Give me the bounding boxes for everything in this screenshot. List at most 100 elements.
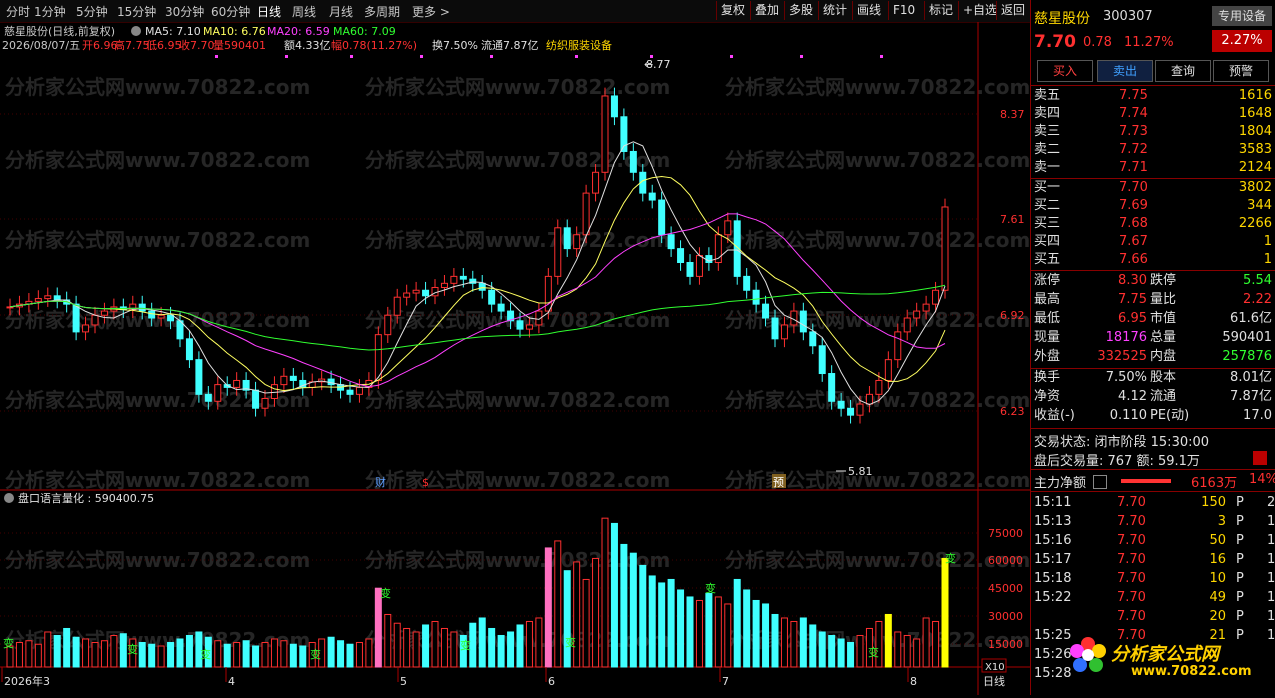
menu-icon[interactable] xyxy=(1093,475,1107,489)
info-amount: 额4.33亿 xyxy=(284,39,331,52)
candle xyxy=(233,379,241,388)
volume-bar xyxy=(837,638,845,668)
sector-tag[interactable]: 专用设备 xyxy=(1212,6,1272,26)
capital-label: 主力净额 xyxy=(1034,476,1087,491)
toolbar-button-4[interactable]: 画线 xyxy=(852,1,885,20)
ma20-label: MA20: 6.59 xyxy=(267,25,330,38)
tick-count: 1 xyxy=(1267,514,1275,529)
stat2-row: 收益(-) 0.110 PE(动) 17.0 xyxy=(1031,407,1275,425)
volume-bar xyxy=(932,620,940,668)
tick-direction: P xyxy=(1236,495,1244,510)
toolbar-button-7[interactable]: +自选 xyxy=(958,1,1001,20)
candle xyxy=(355,386,363,395)
stat-row: 涨停 8.30 跌停 5.54 xyxy=(1031,272,1275,290)
volume-bar xyxy=(252,645,260,668)
candle xyxy=(677,248,685,263)
period-1[interactable]: 1分钟 xyxy=(34,3,66,20)
bids-row[interactable]: 买三 7.68 2266 xyxy=(1031,215,1275,233)
volume-bar xyxy=(44,631,52,668)
watermark: 分析家公式网www.70822.com xyxy=(365,468,670,492)
toolbar-button-2[interactable]: 多股 xyxy=(784,1,817,20)
volume-dropdown-icon[interactable] xyxy=(4,493,14,503)
asks-row[interactable]: 卖三 7.73 1804 xyxy=(1031,123,1275,141)
volume-bar xyxy=(488,627,496,668)
candle xyxy=(72,303,80,333)
candle xyxy=(214,384,222,402)
tick-count: 1 xyxy=(1267,590,1275,605)
volume-bar xyxy=(677,589,685,668)
finance-marker[interactable]: 财 xyxy=(375,475,386,489)
asks-volume: 2124 xyxy=(1238,160,1272,175)
toolbar-button-6[interactable]: 标记 xyxy=(924,1,957,20)
signal-dot xyxy=(420,55,423,58)
period-9[interactable]: 多周期 xyxy=(364,3,400,20)
bids-row[interactable]: 买四 7.67 1 xyxy=(1031,233,1275,251)
bids-row[interactable]: 买二 7.69 344 xyxy=(1031,197,1275,215)
volume-bar xyxy=(525,620,533,668)
candle xyxy=(686,262,694,277)
action-button-1[interactable]: 卖出 xyxy=(1097,60,1153,82)
action-button-2[interactable]: 查询 xyxy=(1155,60,1211,82)
tick-time: 15:17 xyxy=(1034,552,1072,567)
period-label[interactable]: 日线 xyxy=(983,674,1005,688)
stat2-value: 0.110 xyxy=(1109,408,1147,423)
period-0[interactable]: 分时 xyxy=(6,3,30,20)
volume-bar xyxy=(365,638,373,668)
dropdown-icon[interactable] xyxy=(131,26,141,36)
asks-row[interactable]: 卖四 7.74 1648 xyxy=(1031,105,1275,123)
xaxis-label: 7 xyxy=(722,675,729,688)
asks-row[interactable]: 卖一 7.71 2124 xyxy=(1031,159,1275,177)
volume-bar xyxy=(431,620,439,668)
tick-price: 7.70 xyxy=(1117,571,1146,586)
after-hours-icon[interactable] xyxy=(1253,451,1267,465)
action-button-3[interactable]: 预警 xyxy=(1213,60,1269,82)
toolbar-button-8[interactable]: 返回 xyxy=(996,1,1029,20)
volume-tick: 60000 xyxy=(988,554,1023,567)
toolbar-button-1[interactable]: 叠加 xyxy=(750,1,783,20)
change-marker: 变 xyxy=(868,645,879,659)
volume-bar xyxy=(355,641,363,668)
dividend-marker[interactable]: $ xyxy=(422,476,429,489)
period-2[interactable]: 5分钟 xyxy=(76,3,108,20)
kline-chart[interactable]: 分析家公式网www.70822.com 分析家公式网www.70822.com 分析… xyxy=(0,22,1030,695)
tick-direction: P xyxy=(1236,533,1244,548)
info-change: 幅0.78(11.27%) xyxy=(331,39,417,52)
info-open: 开6.96 xyxy=(82,39,118,52)
stat-row: 现量 18176 总量 590401 xyxy=(1031,329,1275,347)
forecast-marker[interactable]: 预 xyxy=(773,476,784,489)
period-10[interactable]: 更多 > xyxy=(412,3,450,20)
period-4[interactable]: 30分钟 xyxy=(165,3,204,20)
bids-row[interactable]: 买一 7.70 3802 xyxy=(1031,179,1275,197)
stat-value: 7.75 xyxy=(1118,292,1147,307)
toolbar-button-0[interactable]: 复权 xyxy=(716,1,749,20)
toolbar-button-3[interactable]: 统计 xyxy=(818,1,851,20)
period-5[interactable]: 60分钟 xyxy=(211,3,250,20)
tick-volume: 16 xyxy=(1209,552,1226,567)
tick-time: 15:16 xyxy=(1034,533,1072,548)
asks-row[interactable]: 卖五 7.75 1616 xyxy=(1031,87,1275,105)
volume-bar xyxy=(516,624,524,668)
change-marker: 变 xyxy=(380,586,391,600)
period-8[interactable]: 月线 xyxy=(329,3,353,20)
stock-code: 300307 xyxy=(1103,9,1153,24)
asks-label: 卖四 xyxy=(1034,106,1061,121)
bids-row[interactable]: 买五 7.66 1 xyxy=(1031,251,1275,269)
price-tick: 7.61 xyxy=(1000,213,1025,226)
tick-volume: 150 xyxy=(1201,495,1226,510)
volume-bar xyxy=(507,631,515,668)
candle xyxy=(204,393,212,402)
period-3[interactable]: 15分钟 xyxy=(117,3,156,20)
action-button-0[interactable]: 买入 xyxy=(1037,60,1093,82)
change-marker: 变 xyxy=(127,642,138,656)
signal-dot xyxy=(285,55,288,58)
volume-bar xyxy=(53,634,61,668)
chart-area[interactable]: 分析家公式网www.70822.com 分析家公式网www.70822.com 分析… xyxy=(0,22,1030,695)
toolbar-button-5[interactable]: F10 xyxy=(888,1,919,20)
period-6[interactable]: 日线 xyxy=(257,3,281,20)
volume-bar xyxy=(393,622,401,668)
stat-value: 257876 xyxy=(1222,349,1272,364)
volume-bar xyxy=(497,634,505,668)
volume-bar xyxy=(667,578,675,668)
period-7[interactable]: 周线 xyxy=(292,3,316,20)
asks-row[interactable]: 卖二 7.72 3583 xyxy=(1031,141,1275,159)
